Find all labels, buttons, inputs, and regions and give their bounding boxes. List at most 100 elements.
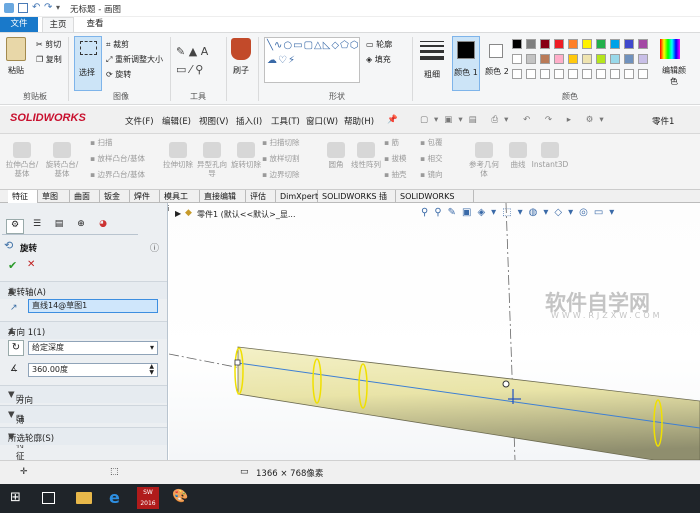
palette-swatch[interactable] bbox=[638, 39, 648, 49]
color1-button[interactable]: 颜色 1 bbox=[452, 36, 480, 91]
cmd-rib[interactable]: ▪ 筋 bbox=[384, 138, 399, 147]
empty-palette-swatch[interactable] bbox=[596, 69, 606, 79]
copy-button[interactable]: ❐ 复制 bbox=[36, 54, 62, 65]
selected-contours-section-header[interactable]: 所选轮廓(S) ▼ bbox=[0, 427, 167, 445]
line-size-icon[interactable] bbox=[420, 41, 444, 63]
palette-swatch[interactable] bbox=[512, 39, 522, 49]
menu-edit[interactable]: 编辑(E) bbox=[162, 115, 191, 127]
palette-swatch[interactable] bbox=[582, 54, 592, 64]
task-view-icon[interactable] bbox=[42, 492, 55, 504]
cmd-loft[interactable]: ▪ 放样凸台/基体 bbox=[90, 154, 145, 163]
palette-swatch[interactable] bbox=[624, 54, 634, 64]
palette-swatch[interactable] bbox=[582, 39, 592, 49]
eraser-icon[interactable]: ▭ bbox=[176, 63, 186, 76]
quick-access-dropdown-icon[interactable]: ▾ bbox=[56, 3, 66, 13]
magnifier-icon[interactable]: ⚲ bbox=[195, 63, 203, 76]
palette-swatch[interactable] bbox=[610, 54, 620, 64]
cmd-mirror[interactable]: ▪ 镜向 bbox=[420, 170, 442, 179]
empty-palette-swatch[interactable] bbox=[568, 69, 578, 79]
cm-tab-7[interactable]: 评估 bbox=[246, 190, 276, 203]
cm-tab-2[interactable]: 曲面 bbox=[70, 190, 100, 203]
cmd-revolve-cut[interactable]: 旋转切除 bbox=[228, 142, 264, 169]
palette-swatch[interactable] bbox=[540, 39, 550, 49]
cm-tab-0[interactable]: 特征 bbox=[8, 190, 38, 203]
brush-icon[interactable] bbox=[231, 38, 251, 60]
display-tab-icon[interactable]: ◕ bbox=[94, 219, 112, 234]
edit-colors-button[interactable]: 编辑颜色 bbox=[662, 65, 686, 87]
empty-palette-swatch[interactable] bbox=[638, 69, 648, 79]
cmd-sweep-cut[interactable]: ▪ 扫描切除 bbox=[262, 138, 299, 147]
outline-button[interactable]: ▭ 轮廓 bbox=[366, 39, 392, 50]
thin-feature-section-header[interactable]: ☐ 薄壁特征(T)▼ bbox=[0, 405, 167, 472]
cm-tab-6[interactable]: 直接编辑 bbox=[200, 190, 246, 203]
cmd-reference-geometry[interactable]: 参考几何体 bbox=[466, 142, 502, 178]
palette-swatch[interactable] bbox=[512, 54, 522, 64]
menu-file[interactable]: 文件(F) bbox=[125, 115, 154, 127]
color2-button[interactable]: 颜色 2 bbox=[484, 36, 510, 91]
cmd-sweep[interactable]: ▪ 扫描 bbox=[90, 138, 112, 147]
help-icon[interactable]: ⓘ bbox=[150, 241, 159, 254]
select-button[interactable]: 选择 bbox=[74, 36, 102, 91]
pin-icon[interactable]: 📌 bbox=[387, 115, 398, 125]
cm-tab-8[interactable]: DimXpert bbox=[276, 190, 318, 203]
text-icon[interactable]: A bbox=[201, 45, 209, 58]
palette-swatch[interactable] bbox=[540, 54, 550, 64]
dimxpert-tab-icon[interactable]: ⊕ bbox=[72, 219, 90, 234]
cmd-shell[interactable]: ▪ 抽壳 bbox=[384, 170, 406, 179]
cmd-revolve-boss[interactable]: 旋转凸台/基体 bbox=[44, 142, 80, 178]
pencil-icon[interactable]: ✎ bbox=[176, 45, 185, 58]
end-condition-select[interactable]: 给定深度 ▾ bbox=[28, 341, 158, 355]
empty-palette-swatch[interactable] bbox=[624, 69, 634, 79]
empty-palette-swatch[interactable] bbox=[526, 69, 536, 79]
palette-swatch[interactable] bbox=[610, 39, 620, 49]
feature-tab-icon[interactable]: ⚙ bbox=[6, 219, 24, 234]
cm-tab-1[interactable]: 草图 bbox=[38, 190, 70, 203]
axis-selection-box[interactable]: 直线14@草图1 bbox=[28, 299, 158, 313]
file-explorer-icon[interactable] bbox=[76, 492, 92, 504]
angle-input[interactable]: 360.00度 ▲ ▼ bbox=[28, 363, 158, 377]
sketch-endpoint[interactable] bbox=[234, 359, 241, 366]
cmd-linear-pattern[interactable]: 线性阵列 bbox=[348, 142, 384, 169]
sw-quick-toolbar[interactable]: ▢▾▣▾▤ ⎙▾ ↶ ↷ ▸ ⚙▾ bbox=[420, 115, 610, 125]
empty-palette-swatch[interactable] bbox=[582, 69, 592, 79]
cm-tab-10[interactable]: SOLIDWORKS MBD bbox=[396, 190, 474, 214]
size-button[interactable]: 粗细 bbox=[424, 69, 440, 80]
undo-icon[interactable]: ↶ bbox=[32, 3, 42, 13]
brush-button[interactable]: 刷子 bbox=[233, 65, 249, 76]
cm-tab-9[interactable]: SOLIDWORKS 插件 bbox=[318, 190, 396, 214]
cmd-instant3d[interactable]: Instant3D bbox=[528, 142, 572, 169]
palette-swatch[interactable] bbox=[526, 54, 536, 64]
shapes-gallery[interactable]: ╲∿○▭▢△◺◇⬠⬡▷➜✦☆✸◻◯☁♡⚡ bbox=[264, 37, 360, 83]
menu-insert[interactable]: 插入(I) bbox=[236, 115, 262, 127]
menu-tools[interactable]: 工具(T) bbox=[271, 115, 300, 127]
edge-browser-icon[interactable]: e bbox=[109, 488, 120, 507]
empty-palette-swatch[interactable] bbox=[610, 69, 620, 79]
cm-tab-4[interactable]: 焊件 bbox=[130, 190, 160, 203]
palette-swatch[interactable] bbox=[624, 39, 634, 49]
palette-swatch[interactable] bbox=[638, 54, 648, 64]
tab-file[interactable]: 文件 bbox=[0, 17, 38, 32]
tab-home[interactable]: 主页 bbox=[42, 17, 74, 32]
spin-arrows-icon[interactable]: ▲ ▼ bbox=[149, 364, 154, 376]
palette-swatch[interactable] bbox=[568, 54, 578, 64]
revolved-body[interactable] bbox=[237, 346, 700, 460]
edit-colors-icon[interactable] bbox=[660, 39, 680, 59]
cancel-button[interactable]: ✕ bbox=[27, 259, 35, 270]
redo-icon[interactable]: ↷ bbox=[44, 3, 54, 13]
palette-swatch[interactable] bbox=[554, 39, 564, 49]
direction2-section-header[interactable]: ☐ 方向 2(2)▼ bbox=[0, 385, 167, 416]
direction1-section-header[interactable]: 方向 1(1) ▲ bbox=[0, 321, 167, 339]
reverse-direction-icon[interactable]: ↻ bbox=[8, 340, 24, 356]
palette-swatch[interactable] bbox=[568, 39, 578, 49]
resize-button[interactable]: ⤢ 重新调整大小 bbox=[106, 54, 163, 65]
palette-swatch[interactable] bbox=[596, 39, 606, 49]
empty-palette-swatch[interactable] bbox=[512, 69, 522, 79]
tree-tab-icon[interactable]: ☰ bbox=[28, 219, 46, 234]
paint-taskbar-icon[interactable]: 🎨 bbox=[172, 490, 188, 504]
tab-view[interactable]: 查看 bbox=[80, 17, 110, 32]
cmd-extrude-boss[interactable]: 拉伸凸台/基体 bbox=[4, 142, 40, 178]
ok-button[interactable]: ✔ bbox=[8, 259, 17, 272]
paste-button[interactable]: 粘贴 bbox=[8, 65, 24, 76]
cmd-wrap[interactable]: ▪ 包覆 bbox=[420, 138, 442, 147]
windows-start-icon[interactable]: ⊞ bbox=[10, 491, 21, 505]
